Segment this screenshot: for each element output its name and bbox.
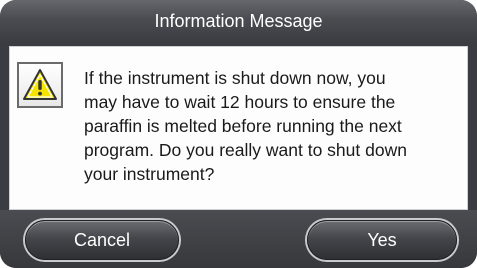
information-dialog: Information Message If the instrument is…	[0, 0, 477, 268]
dialog-message: If the instrument is shut down now, you …	[84, 68, 407, 184]
cancel-button[interactable]: Cancel	[25, 220, 179, 260]
warning-triangle-icon	[17, 62, 63, 108]
dialog-title: Information Message	[0, 0, 477, 42]
yes-button[interactable]: Yes	[307, 220, 457, 260]
